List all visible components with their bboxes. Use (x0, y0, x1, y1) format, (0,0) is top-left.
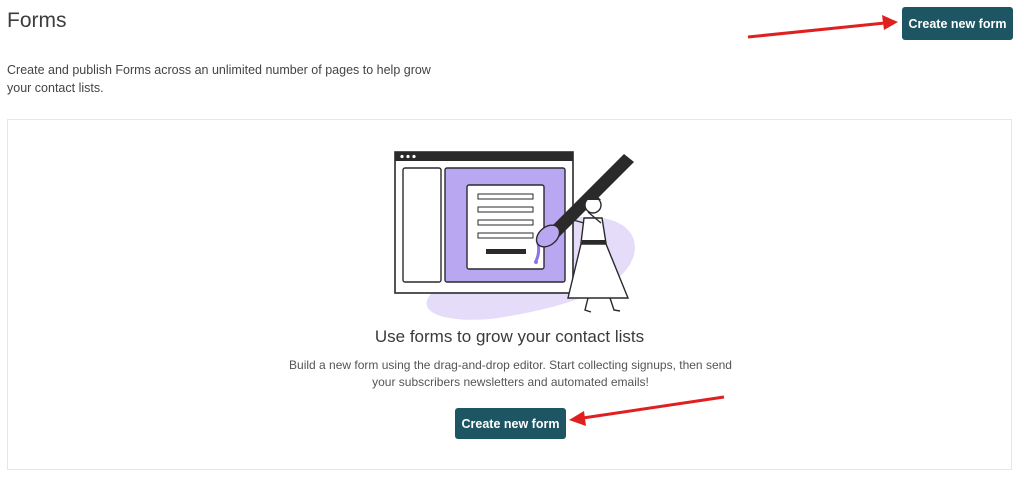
create-new-form-button-top[interactable]: Create new form (902, 7, 1013, 40)
empty-state-card: Use forms to grow your contact lists Bui… (7, 119, 1012, 470)
page-description: Create and publish Forms across an unlim… (7, 63, 431, 95)
forms-page: Forms Create new form Create and publish… (0, 0, 1024, 478)
red-arrow-icon (747, 15, 898, 39)
form-builder-illustration (394, 151, 635, 320)
create-new-form-button[interactable]: Create new form (455, 408, 566, 439)
page-title: Forms (7, 9, 67, 32)
empty-state-description: Build a new form using the drag-and-drop… (289, 358, 732, 389)
empty-state-title: Use forms to grow your contact lists (374, 327, 645, 346)
